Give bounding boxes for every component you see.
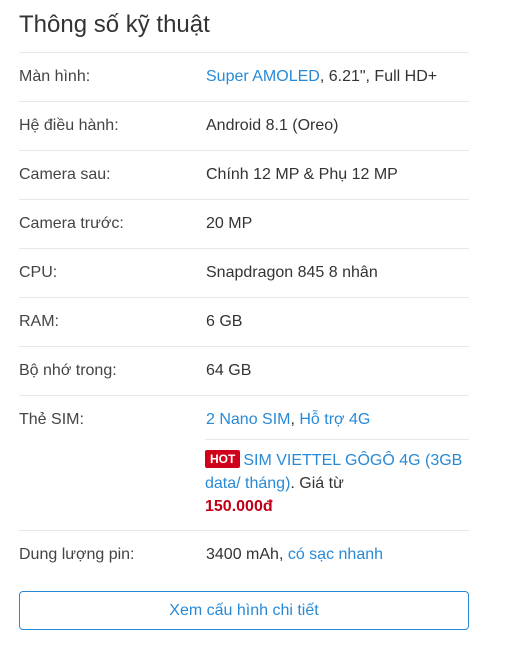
spec-row-rear-camera: Camera sau: Chính 12 MP & Phụ 12 MP <box>19 150 469 199</box>
battery-capacity: 3400 mAh <box>206 546 279 563</box>
spec-label: CPU: <box>19 264 58 281</box>
nano-sim-link[interactable]: 2 Nano SIM <box>206 411 290 428</box>
screen-details: , 6.21", Full HD+ <box>319 68 438 85</box>
spec-label: Bộ nhớ trong: <box>19 362 117 379</box>
spec-value: Chính 12 MP & Phụ 12 MP <box>206 166 398 183</box>
spec-label: Camera sau: <box>19 166 111 183</box>
spec-value: 2 Nano SIM, Hỗ trợ 4G <box>206 410 370 430</box>
sim-promo: HOT SIM VIETTEL GÔGÔ 4G (3GB data/ tháng)… <box>205 449 465 518</box>
spec-label: Dung lượng pin: <box>19 546 135 563</box>
4g-support-link[interactable]: Hỗ trợ 4G <box>299 411 370 428</box>
fast-charge-link[interactable]: có sạc nhanh <box>288 546 383 563</box>
specs-panel: Thông số kỹ thuật Màn hình: Super AMOLED… <box>0 0 507 654</box>
promo-price: 150.000đ <box>205 498 273 515</box>
spec-value: 6 GB <box>206 313 243 330</box>
spec-label: Thẻ SIM: <box>19 411 84 428</box>
spec-row-screen: Màn hình: Super AMOLED, 6.21", Full HD+ <box>19 52 469 101</box>
hot-badge: HOT <box>205 450 241 468</box>
spec-row-os: Hệ điều hành: Android 8.1 (Oreo) <box>19 101 469 150</box>
spec-label: Hệ điều hành: <box>19 117 119 134</box>
os-link[interactable]: Android 8.1 (Oreo) <box>206 116 339 136</box>
spec-row-front-camera: Camera trước: 20 MP <box>19 199 469 248</box>
sim-promo-divider <box>205 439 469 440</box>
cpu-link[interactable]: Snapdragon 845 8 nhân <box>206 263 378 283</box>
spec-row-storage: Bộ nhớ trong: 64 GB <box>19 346 469 395</box>
separator: , <box>278 546 288 563</box>
spec-label: RAM: <box>19 313 59 330</box>
spec-label: Màn hình: <box>19 68 91 85</box>
spec-row-battery: Dung lượng pin: 3400 mAh, có sạc nhanh <box>19 530 469 579</box>
section-title: Thông số kỹ thuật <box>19 11 210 38</box>
promo-price-prefix: . Giá từ <box>290 475 344 492</box>
spec-value: 64 GB <box>206 362 252 379</box>
spec-row-cpu: CPU: Snapdragon 845 8 nhân <box>19 248 469 297</box>
spec-value: 20 MP <box>206 215 253 232</box>
spec-value: Super AMOLED, 6.21", Full HD+ <box>206 67 437 87</box>
spec-value: 3400 mAh, có sạc nhanh <box>206 545 383 565</box>
screen-type-link[interactable]: Super AMOLED <box>206 68 320 85</box>
view-full-specs-button[interactable]: Xem cấu hình chi tiết <box>19 591 469 630</box>
spec-row-ram: RAM: 6 GB <box>19 297 469 346</box>
spec-label: Camera trước: <box>19 215 124 232</box>
